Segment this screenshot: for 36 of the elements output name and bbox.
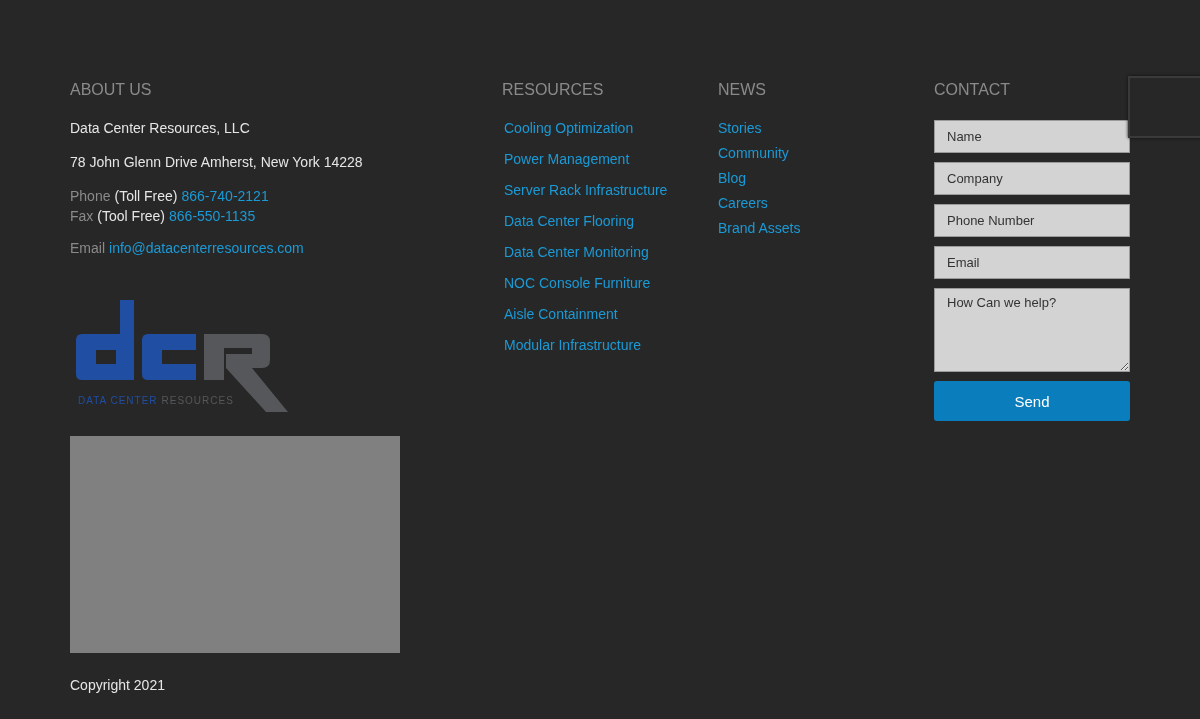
- address-text: 78 John Glenn Drive Amherst, New York 14228: [70, 154, 364, 170]
- message-field[interactable]: How Can we help?: [934, 288, 1130, 372]
- phone-link[interactable]: 866-740-2121: [181, 188, 269, 204]
- resource-link[interactable]: Aisle Containment: [504, 306, 618, 322]
- news-link[interactable]: Brand Assets: [718, 220, 801, 236]
- section-heading: RESOURCES: [502, 80, 605, 100]
- copyright-text: Copyright 2021: [70, 677, 166, 693]
- contact-note: (Tool Free): [97, 208, 166, 224]
- input-field[interactable]: Phone Number: [934, 204, 1130, 237]
- news-link[interactable]: Blog: [718, 170, 747, 186]
- contact-note: (Toll Free): [114, 188, 178, 204]
- contact-label: Fax: [70, 208, 94, 224]
- resource-link[interactable]: Data Center Flooring: [504, 213, 634, 229]
- input-field[interactable]: Email: [934, 246, 1130, 279]
- input-field[interactable]: Name: [934, 120, 1130, 153]
- news-link[interactable]: Careers: [718, 195, 768, 211]
- resource-link[interactable]: Modular Infrastructure: [504, 337, 641, 353]
- resource-link[interactable]: Cooling Optimization: [504, 120, 634, 136]
- news-link[interactable]: Stories: [718, 120, 762, 136]
- news-link[interactable]: Community: [718, 145, 789, 161]
- section-heading: NEWS: [718, 80, 767, 100]
- company-name: Data Center Resources, LLC: [70, 120, 251, 136]
- phone-link[interactable]: 866-550-1135: [169, 208, 256, 224]
- section-heading: CONTACT: [934, 80, 1012, 100]
- logo-tagline: DATA CENTER: [78, 395, 158, 406]
- resource-link[interactable]: NOC Console Furniture: [504, 275, 651, 291]
- resource-link[interactable]: Data Center Monitoring: [504, 244, 649, 260]
- widget-frame: [1128, 76, 1200, 138]
- resource-link[interactable]: Power Management: [504, 151, 630, 167]
- input-field[interactable]: Company: [934, 162, 1130, 195]
- resource-link[interactable]: Server Rack Infrastructure: [504, 182, 668, 198]
- send-button[interactable]: Send: [934, 381, 1130, 421]
- section-heading: ABOUT US: [70, 80, 153, 100]
- contact-label: Email: [70, 240, 105, 256]
- email-link[interactable]: info@datacenterresources.com: [109, 240, 304, 256]
- contact-label: Phone: [70, 188, 111, 204]
